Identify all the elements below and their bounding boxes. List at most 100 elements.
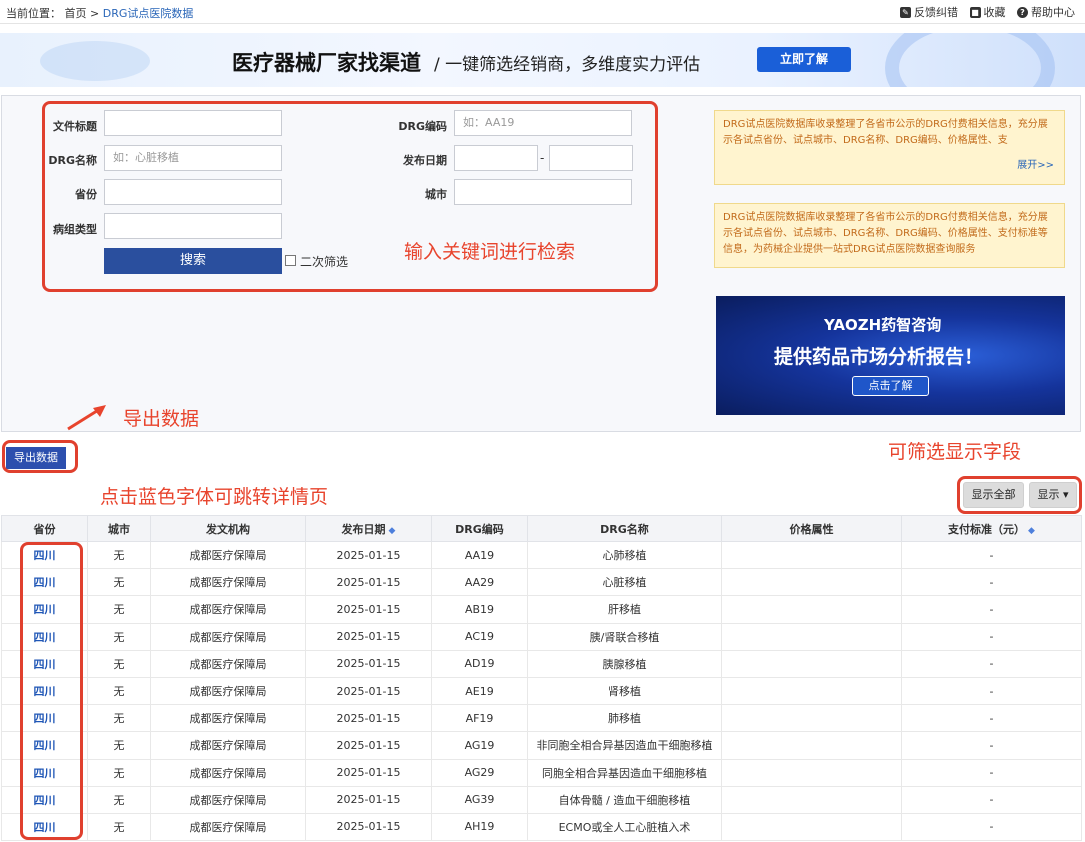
cell-drg-name: 心肺移植 [527, 540, 722, 570]
cell-payment-standard: - [901, 785, 1082, 814]
cell-issuer: 成都医疗保障局 [150, 785, 306, 814]
fields-highlight-box [957, 476, 1082, 514]
help-link[interactable]: ? 帮助中心 [1017, 4, 1075, 20]
breadcrumb-home[interactable]: 首页 [65, 7, 87, 20]
cell-publish-date: 2025-01-15 [305, 568, 432, 597]
cell-drg-code: AF19 [431, 704, 528, 733]
cell-price-attribute [721, 622, 902, 651]
cell-price-attribute [721, 540, 902, 570]
cell-price-attribute [721, 676, 902, 706]
ad-learn-button[interactable]: 点击了解 [852, 376, 929, 396]
cell-issuer: 成都医疗保障局 [150, 758, 306, 787]
cell-drg-code: AE19 [431, 676, 528, 706]
column-header-drg-code: DRG编码 [431, 515, 528, 542]
edit-icon: ✎ [900, 6, 911, 18]
favorite-label: 收藏 [983, 6, 1006, 19]
cell-payment-standard: - [901, 704, 1082, 733]
cell-publish-date: 2025-01-15 [305, 540, 432, 570]
cell-drg-name: 心脏移植 [527, 568, 722, 597]
cell-price-attribute [721, 785, 902, 814]
cell-drg-name: 肺移植 [527, 704, 722, 733]
ad-headline: 提供药品市场分析报告！ [774, 346, 984, 368]
banner-learn-more-button[interactable]: 立即了解 [757, 47, 851, 72]
column-header-payment-standard[interactable]: 支付标准（元） ◆ [901, 515, 1082, 542]
table-row: 四川无成都医疗保障局 2025-01-15 AF19 肺移植 - [1, 704, 1082, 733]
feedback-link[interactable]: ✎ 反馈纠错 [900, 4, 958, 20]
cell-issuer: 成都医疗保障局 [150, 568, 306, 597]
cell-publish-date: 2025-01-15 [305, 649, 432, 678]
cell-price-attribute [721, 568, 902, 597]
column-header-drg-name: DRG名称 [527, 515, 722, 542]
cell-publish-date: 2025-01-15 [305, 731, 432, 760]
cell-drg-code: AG19 [431, 731, 528, 760]
banner-title: 医疗器械厂家找渠道 [232, 51, 421, 75]
top-bar: 当前位置： 首页 > DRG试点医院数据 ✎ 反馈纠错 ■ 收藏 ? 帮助中心 [0, 0, 1085, 24]
cell-payment-standard: - [901, 649, 1082, 678]
breadcrumb-prefix: 当前位置： [6, 7, 61, 20]
cell-drg-code: AG39 [431, 785, 528, 814]
cell-drg-code: AD19 [431, 649, 528, 678]
cell-drg-name: ECMO或全人工心脏植入术 [527, 812, 722, 842]
box-icon: ■ [969, 6, 981, 18]
banner-ad[interactable]: 医疗器械厂家找渠道 / 一键筛选经销商，多维度实力评估 立即了解 [0, 33, 1085, 87]
keyword-annotation: 输入关键词进行检索 [404, 241, 576, 263]
cell-payment-standard: - [901, 540, 1082, 570]
table-row: 四川无成都医疗保障局 2025-01-15 AG29 同胞全相合异基因造血干细胞移植 - [1, 758, 1082, 787]
notice-expanded: DRG试点医院数据库收录整理了各省市公示的DRG付费相关信息，充分展示各试点省份… [714, 203, 1065, 268]
cell-publish-date: 2025-01-15 [305, 704, 432, 733]
arrow-icon [67, 405, 106, 431]
breadcrumb-separator: > [90, 7, 100, 20]
cell-issuer: 成都医疗保障局 [150, 676, 306, 706]
column-header-city: 城市 [87, 515, 151, 542]
table-row: 四川无成都医疗保障局 2025-01-15 AD19 胰腺移植 - [1, 649, 1082, 678]
cell-publish-date: 2025-01-15 [305, 758, 432, 787]
cell-payment-standard: - [901, 676, 1082, 706]
consulting-ad[interactable]: YAOZH药智咨询 提供药品市场分析报告！ 点击了解 [716, 296, 1065, 415]
help-icon: ? [1017, 6, 1028, 18]
cell-city: 无 [87, 595, 151, 624]
cell-payment-standard: - [901, 595, 1082, 624]
column-header-publish-date[interactable]: 发布日期 ◆ [305, 515, 432, 542]
breadcrumb: 当前位置： 首页 > DRG试点医院数据 [6, 5, 193, 21]
cell-drg-code: AC19 [431, 622, 528, 651]
top-links: ✎ 反馈纠错 ■ 收藏 ? 帮助中心 [892, 4, 1075, 20]
notice-collapsed: DRG试点医院数据库收录整理了各省市公示的DRG付费相关信息，充分展示各试点省份… [714, 110, 1065, 185]
banner-subtitle: / 一键筛选经销商，多维度实力评估 [434, 55, 701, 75]
cell-city: 无 [87, 785, 151, 814]
cell-city: 无 [87, 812, 151, 842]
cell-price-attribute [721, 649, 902, 678]
feedback-label: 反馈纠错 [914, 6, 958, 19]
cell-city: 无 [87, 649, 151, 678]
cell-publish-date: 2025-01-15 [305, 676, 432, 706]
drg-data-table: 省份 城市 发文机构 发布日期 ◆ DRG编码 DRG名称 价格属性 支付标准（元… [1, 515, 1082, 842]
table-body: 四川无成都医疗保障局 2025-01-15 AA19 心肺移植 - 四川无成都医疗保障局 2… [1, 540, 1082, 842]
banner-decoration [40, 41, 150, 81]
cell-price-attribute [721, 812, 902, 842]
payment-standard-header-label: 支付标准（元） [948, 522, 1026, 536]
cell-price-attribute [721, 758, 902, 787]
cell-issuer: 成都医疗保障局 [150, 649, 306, 678]
cell-payment-standard: - [901, 812, 1082, 842]
table-row: 四川无成都医疗保障局 2025-01-15 AB19 肝移植 - [1, 595, 1082, 624]
ad-logo: YAOZH药智咨询 [824, 316, 942, 334]
cell-city: 无 [87, 758, 151, 787]
cell-drg-code: AB19 [431, 595, 528, 624]
cell-payment-standard: - [901, 758, 1082, 787]
cell-drg-code: AA19 [431, 540, 528, 570]
cell-city: 无 [87, 731, 151, 760]
sort-icon: ◆ [1028, 525, 1035, 536]
export-annotation: 导出数据 [123, 408, 200, 430]
cell-payment-standard: - [901, 568, 1082, 597]
table-row: 四川无成都医疗保障局 2025-01-15 AG19 非同胞全相合异基因造血干细胞移植… [1, 731, 1082, 760]
table-header-row: 省份 城市 发文机构 发布日期 ◆ DRG编码 DRG名称 价格属性 支付标准（元… [1, 515, 1082, 542]
cell-drg-code: AA29 [431, 568, 528, 597]
favorite-link[interactable]: ■ 收藏 [969, 4, 1006, 20]
cell-drg-name: 肝移植 [527, 595, 722, 624]
cell-issuer: 成都医疗保障局 [150, 540, 306, 570]
export-highlight-box [2, 440, 78, 473]
breadcrumb-current[interactable]: DRG试点医院数据 [103, 7, 194, 20]
table-row: 四川无成都医疗保障局 2025-01-15 AE19 肾移植 - [1, 676, 1082, 706]
notice-expand-link[interactable]: 展开>> [1017, 158, 1054, 174]
cell-publish-date: 2025-01-15 [305, 785, 432, 814]
banner-decoration-ring [885, 33, 1055, 87]
